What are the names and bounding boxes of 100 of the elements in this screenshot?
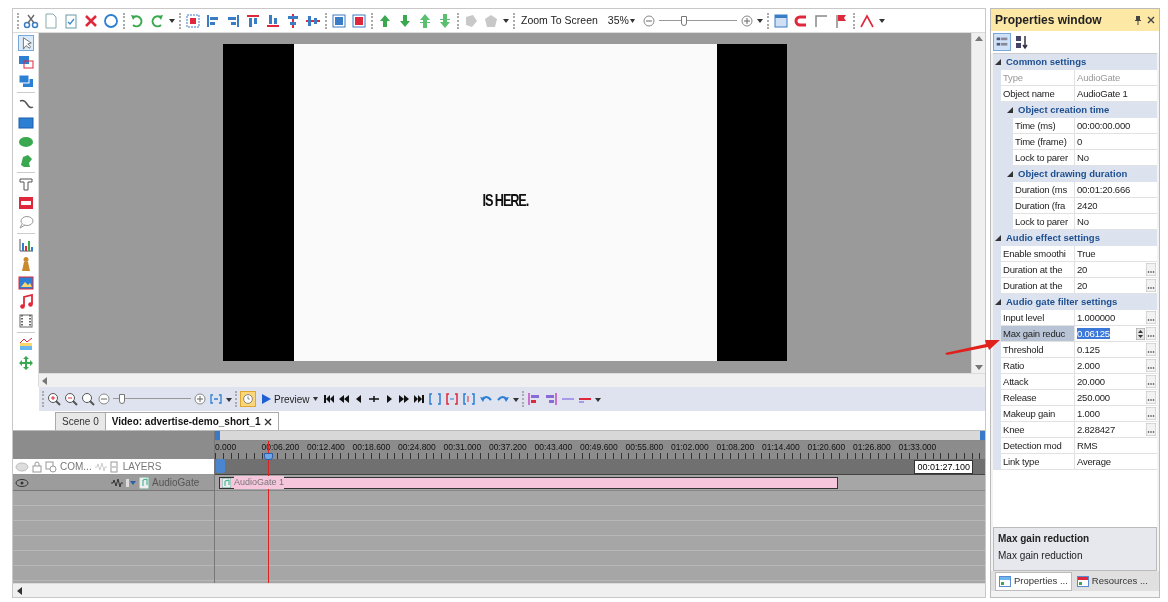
play-icon[interactable] bbox=[261, 394, 271, 404]
property-name[interactable]: Duration (fra bbox=[1013, 198, 1075, 214]
pointer-icon[interactable] bbox=[17, 35, 34, 51]
move-icon[interactable] bbox=[17, 355, 34, 371]
property-name[interactable]: Duration at the bbox=[1001, 278, 1075, 294]
caret-icon[interactable] bbox=[512, 396, 519, 402]
ellipsis-button[interactable] bbox=[1146, 311, 1156, 324]
send-back-icon[interactable] bbox=[17, 73, 34, 89]
property-name[interactable]: Link type bbox=[1001, 454, 1075, 470]
zoom-fit-icon[interactable] bbox=[81, 392, 95, 406]
property-row[interactable]: Duration (fra 2420 bbox=[993, 198, 1157, 214]
spinner-icon[interactable] bbox=[1136, 327, 1145, 340]
horizontal-scrollbar[interactable] bbox=[13, 583, 985, 597]
align-left-icon[interactable] bbox=[526, 392, 541, 406]
ellipsis-button[interactable] bbox=[1146, 359, 1156, 372]
property-row[interactable]: Lock to parer No bbox=[993, 150, 1157, 166]
shapes-icon[interactable] bbox=[45, 460, 57, 473]
property-name[interactable]: Duration (ms bbox=[1013, 182, 1075, 198]
double-arrow-down-icon[interactable] bbox=[437, 12, 453, 29]
property-row[interactable]: Object name AudioGate 1 bbox=[993, 86, 1157, 102]
delete-icon[interactable] bbox=[83, 12, 99, 29]
align-icon[interactable] bbox=[205, 12, 221, 29]
arrow-down-icon[interactable] bbox=[397, 12, 413, 29]
property-row[interactable]: Max gain reduc 0.06125 bbox=[993, 326, 1157, 342]
property-name[interactable]: Object name bbox=[1001, 86, 1075, 102]
fast-forward-icon[interactable] bbox=[397, 393, 410, 405]
document-tab[interactable]: Video: advertise-demo_short_1 bbox=[104, 412, 280, 430]
caret-icon[interactable] bbox=[312, 397, 318, 401]
playhead-line[interactable] bbox=[268, 441, 269, 583]
expand-icon[interactable] bbox=[1007, 170, 1014, 178]
playhead-handle[interactable] bbox=[264, 453, 273, 460]
clock-icon[interactable] bbox=[240, 391, 256, 407]
property-name[interactable]: Release bbox=[1001, 390, 1075, 406]
zoom-in-icon[interactable] bbox=[194, 393, 206, 405]
corner-icon[interactable] bbox=[812, 12, 829, 29]
zoom-in-icon[interactable] bbox=[47, 392, 61, 406]
preview-button[interactable]: Preview bbox=[259, 391, 320, 407]
eye-icon[interactable] bbox=[15, 477, 29, 488]
caret-icon[interactable] bbox=[594, 396, 601, 402]
scroll-up-icon[interactable] bbox=[974, 35, 983, 41]
property-name[interactable]: Lock to parer bbox=[1013, 150, 1075, 166]
ellipsis-button[interactable] bbox=[1146, 391, 1156, 404]
align-icon[interactable] bbox=[225, 12, 241, 29]
caret-icon[interactable] bbox=[756, 18, 763, 23]
property-row[interactable]: Lock to parer No bbox=[993, 214, 1157, 230]
category-header[interactable]: Audio gate filter settings bbox=[993, 294, 1157, 310]
select-all-icon[interactable] bbox=[185, 12, 201, 29]
caret-icon[interactable] bbox=[226, 396, 232, 402]
property-row[interactable]: Release 250.000 bbox=[993, 390, 1157, 406]
property-row[interactable]: Time (ms) 00:00:00.000 bbox=[993, 118, 1157, 134]
caret-icon[interactable] bbox=[503, 18, 509, 23]
category-header[interactable]: Audio effect settings bbox=[993, 230, 1157, 246]
property-name[interactable]: Time (frame) bbox=[1013, 134, 1075, 150]
property-name[interactable]: Makeup gain bbox=[1001, 406, 1075, 422]
property-row[interactable]: Input level 1.000000 bbox=[993, 310, 1157, 326]
expand-icon[interactable] bbox=[995, 58, 1002, 66]
caret-icon[interactable] bbox=[878, 18, 885, 23]
circle-icon[interactable] bbox=[103, 12, 119, 29]
undo-icon[interactable] bbox=[129, 12, 145, 29]
chart-icon[interactable] bbox=[17, 336, 34, 352]
property-name[interactable]: Time (ms) bbox=[1013, 118, 1075, 134]
zoom-out-icon[interactable] bbox=[64, 392, 78, 406]
property-name[interactable]: Threshold bbox=[1001, 342, 1075, 358]
close-icon[interactable] bbox=[1147, 16, 1155, 24]
property-row[interactable]: Knee 2.828427 bbox=[993, 422, 1157, 438]
scroll-down-icon[interactable] bbox=[974, 365, 983, 371]
subtitle-icon[interactable] bbox=[17, 195, 34, 211]
ellipsis-button[interactable] bbox=[1146, 407, 1156, 420]
property-name[interactable]: Input level bbox=[1001, 310, 1075, 326]
property-name[interactable]: Max gain reduc bbox=[1001, 326, 1075, 342]
zoom-dropdown[interactable]: 35% bbox=[603, 12, 639, 29]
property-name[interactable]: Enable smoothi bbox=[1001, 246, 1075, 262]
grid-icon[interactable] bbox=[772, 12, 789, 29]
category-header[interactable]: Common settings bbox=[993, 54, 1157, 70]
property-name[interactable]: Detection mod bbox=[1001, 438, 1075, 454]
property-row[interactable]: Ratio 2.000 bbox=[993, 358, 1157, 374]
bracket-icon[interactable] bbox=[444, 392, 459, 406]
sort-az-icon[interactable] bbox=[1014, 34, 1030, 50]
category-header[interactable]: Object creation time bbox=[993, 102, 1157, 118]
property-row[interactable]: Enable smoothi True bbox=[993, 246, 1157, 262]
property-name[interactable]: Duration at the bbox=[1001, 262, 1075, 278]
caret-icon[interactable] bbox=[169, 18, 175, 23]
range-handle[interactable] bbox=[215, 431, 220, 440]
range-handle[interactable] bbox=[980, 431, 985, 440]
ellipsis-button[interactable] bbox=[1146, 343, 1156, 356]
slider-thumb[interactable] bbox=[119, 394, 126, 404]
clipboard-icon[interactable] bbox=[63, 12, 79, 29]
property-name[interactable]: Knee bbox=[1001, 422, 1075, 438]
waveform-icon[interactable] bbox=[111, 477, 123, 488]
horizontal-scrollbar[interactable] bbox=[39, 373, 985, 387]
expand-icon[interactable] bbox=[1007, 106, 1014, 114]
property-row[interactable]: Time (frame) 0 bbox=[993, 134, 1157, 150]
categorized-icon[interactable] bbox=[993, 33, 1011, 51]
align-icon[interactable] bbox=[285, 12, 301, 29]
lock-icon[interactable] bbox=[32, 460, 42, 473]
expand-icon[interactable] bbox=[995, 298, 1002, 306]
document-tab[interactable]: Scene 0 bbox=[55, 412, 106, 430]
group-icon[interactable] bbox=[331, 12, 347, 29]
double-arrow-up-icon[interactable] bbox=[417, 12, 433, 29]
palette-icon[interactable] bbox=[1076, 576, 1089, 587]
